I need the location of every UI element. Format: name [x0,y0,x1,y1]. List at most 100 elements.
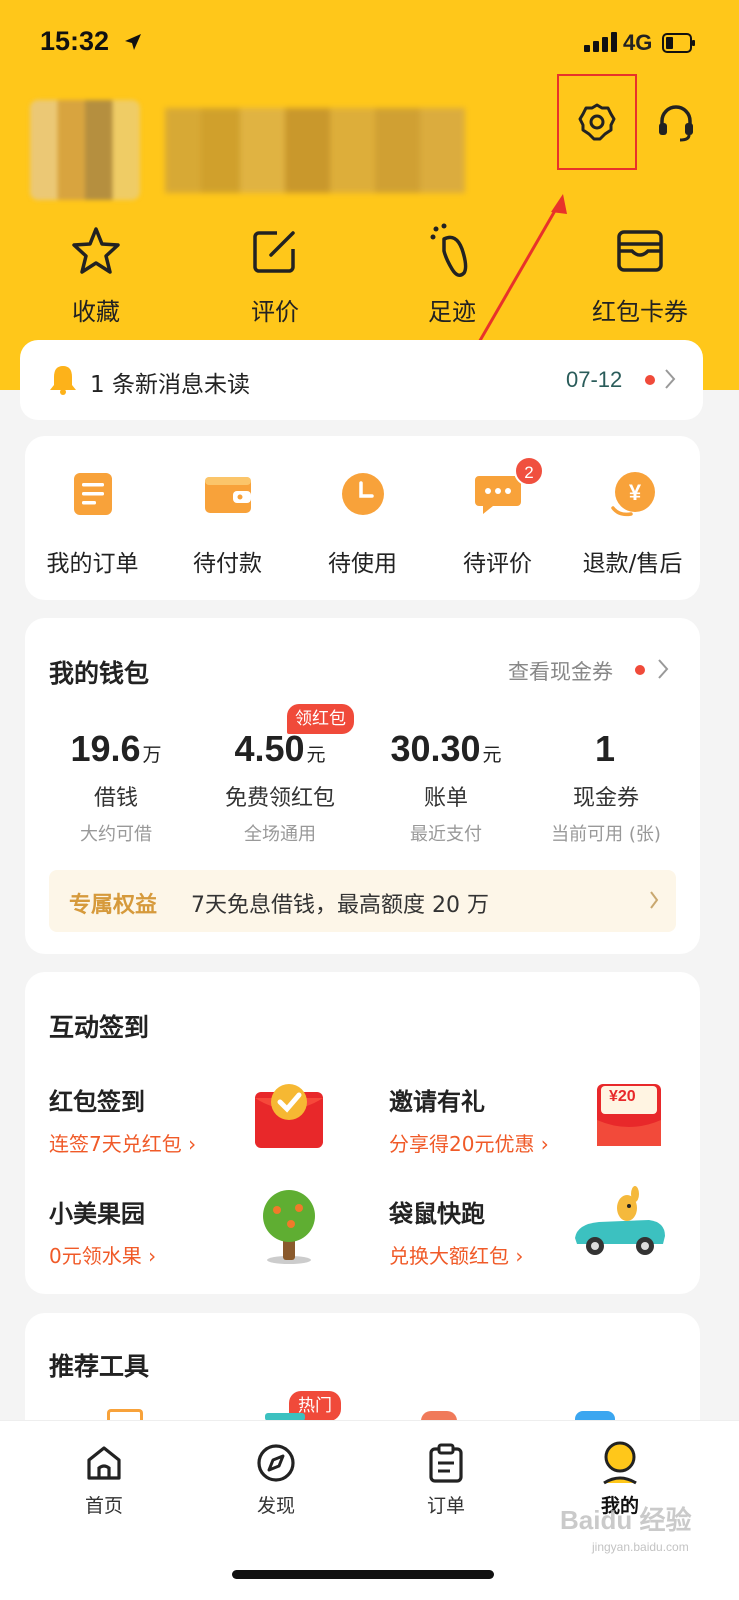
checkin-item-sub: 分享得20元优惠 › [389,1132,549,1156]
red-envelope-check-icon [255,1084,323,1148]
quick-link-coupons[interactable]: 红包卡券 [560,222,720,327]
checkin-item-sub: 兑换大额红包 › [389,1244,524,1268]
footprint-icon [430,223,468,277]
user-name-blurred[interactable] [165,108,465,193]
customer-service-button[interactable] [653,100,699,146]
home-indicator [232,1570,494,1579]
wallet-unit: 元 [306,745,326,766]
wallet-unit: 万 [142,745,162,766]
wallet-sub: 当前可用 (张) [551,824,661,845]
wallet-card: 我的钱包 查看现金券 领红包 19.6 万 借钱 大约可借 4.50 元 免费领红包… [25,618,700,954]
tab-label: 订单 [426,1495,465,1517]
coupon-envelope-icon: ¥20 [589,1074,669,1154]
quick-link-label: 评价 [251,298,299,326]
order-label: 退款/售后 [582,551,683,577]
profile-icon [603,1441,637,1485]
quick-links: 收藏 评价 足迹 红包卡券 [0,222,739,332]
view-cash-coupons-link[interactable]: 查看现金券 [508,656,613,686]
signal-icon [584,32,617,52]
svg-text:¥: ¥ [628,480,641,505]
home-icon [87,1446,121,1480]
order-label: 待付款 [193,551,262,577]
bell-icon [50,366,76,395]
checkin-item-title: 邀请有礼 [389,1088,485,1116]
avatar[interactable] [30,100,140,200]
status-bar: 15:32 4G [0,0,739,80]
watermark-url: jingyan.baidu.com [592,1540,689,1554]
order-my-orders[interactable]: 我的订单 [25,466,160,578]
checkin-item-title: 小美果园 [49,1200,145,1228]
refund-icon: ¥ [610,472,655,517]
order-label: 我的订单 [46,551,139,577]
clipboard-icon [429,1443,463,1483]
headset-icon [659,105,693,142]
wallet-value: 4.50 [234,728,305,769]
order-pending-payment[interactable]: 待付款 [160,466,295,578]
edit-icon [253,231,295,273]
quick-link-label: 收藏 [72,298,120,326]
wallet-card-icon [617,230,663,272]
wallet-item-bill[interactable]: 30.30 元 账单 最近支付 [361,728,531,846]
kangaroo-car-icon [575,1186,665,1255]
order-to-use[interactable]: 待使用 [295,466,430,578]
tab-discover[interactable]: 发现 [226,1441,326,1518]
tab-label: 首页 [84,1495,123,1517]
checkin-red-packet[interactable]: 红包签到 连签7天兑红包 › [49,1082,369,1172]
fruit-tree-icon [263,1190,315,1264]
status-time: 15:32 [40,26,110,56]
checkin-kangaroo-run[interactable]: 袋鼠快跑 兑换大额红包 › [389,1186,709,1284]
settings-button[interactable] [557,74,637,170]
network-type: 4G [623,30,653,55]
unread-dot [645,375,655,385]
coupon-amount: ¥20 [609,1088,636,1105]
wallet-value: 19.6 [70,728,141,769]
quick-link-footprints[interactable]: 足迹 [372,222,532,327]
wallet-label: 借钱 [93,786,138,811]
clock-icon [341,473,384,515]
quick-link-label: 足迹 [428,298,476,326]
order-to-review[interactable]: 2 待评价 [430,456,565,578]
checkin-orchard[interactable]: 小美果园 0元领水果 › [49,1190,369,1284]
chevron-right-icon [665,369,676,389]
wallet-unit: 元 [482,745,502,766]
wallet-sub: 最近支付 [410,824,482,845]
message-date: 07-12 [566,367,623,392]
compass-icon [257,1444,295,1482]
order-list-icon [73,473,112,515]
quick-link-label: 红包卡券 [592,298,688,326]
quick-link-reviews[interactable]: 评价 [195,222,355,327]
order-label: 待评价 [463,551,532,577]
tab-home[interactable]: 首页 [54,1441,154,1518]
chevron-right-icon [658,659,669,679]
star-icon [72,227,120,274]
unread-dot [635,665,645,675]
chevron-right-icon [650,891,659,909]
battery-icon [662,33,695,53]
wallet-sub: 大约可借 [80,824,152,845]
comment-icon [474,476,521,514]
tab-orders[interactable]: 订单 [396,1441,496,1518]
quick-link-favorites[interactable]: 收藏 [16,222,176,327]
wallet-label: 免费领红包 [224,786,335,811]
perk-title: 专属权益 [69,893,158,918]
order-refund[interactable]: ¥ 退款/售后 [565,466,700,578]
tools-title: 推荐工具 [49,1352,150,1381]
exclusive-perk-bar[interactable]: 专属权益 7天免息借钱，最高额度 20 万 [49,870,676,932]
message-notification-bar[interactable]: 1 条新消息未读 07-12 [20,340,703,420]
watermark: Baidu 经验 [560,1505,692,1535]
perk-text: 7天免息借钱，最高额度 20 万 [191,893,489,918]
gear-icon [578,103,616,141]
wallet-value: 30.30 [390,728,481,769]
wallet-title: 我的钱包 [49,659,150,688]
wallet-item-cash-coupon[interactable]: 1 现金券 当前可用 (张) [521,728,691,846]
checkin-item-sub: 0元领水果 › [49,1244,157,1268]
checkin-invite[interactable]: 邀请有礼 分享得20元优惠 › ¥20 [389,1082,709,1172]
checkin-item-sub: 连签7天兑红包 › [49,1132,197,1156]
wallet-item-red-packet[interactable]: 4.50 元 免费领红包 全场通用 [195,728,365,846]
checkin-item-title: 袋鼠快跑 [389,1200,485,1228]
checkin-card: 互动签到 红包签到 连签7天兑红包 › 邀请有礼 分享得20元优惠 › ¥20 … [25,972,700,1294]
wallet-item-borrow[interactable]: 19.6 万 借钱 大约可借 [31,728,201,846]
wallet-label: 现金券 [572,786,639,811]
location-arrow-icon [125,34,141,50]
message-text: 1 条新消息未读 [90,372,250,398]
